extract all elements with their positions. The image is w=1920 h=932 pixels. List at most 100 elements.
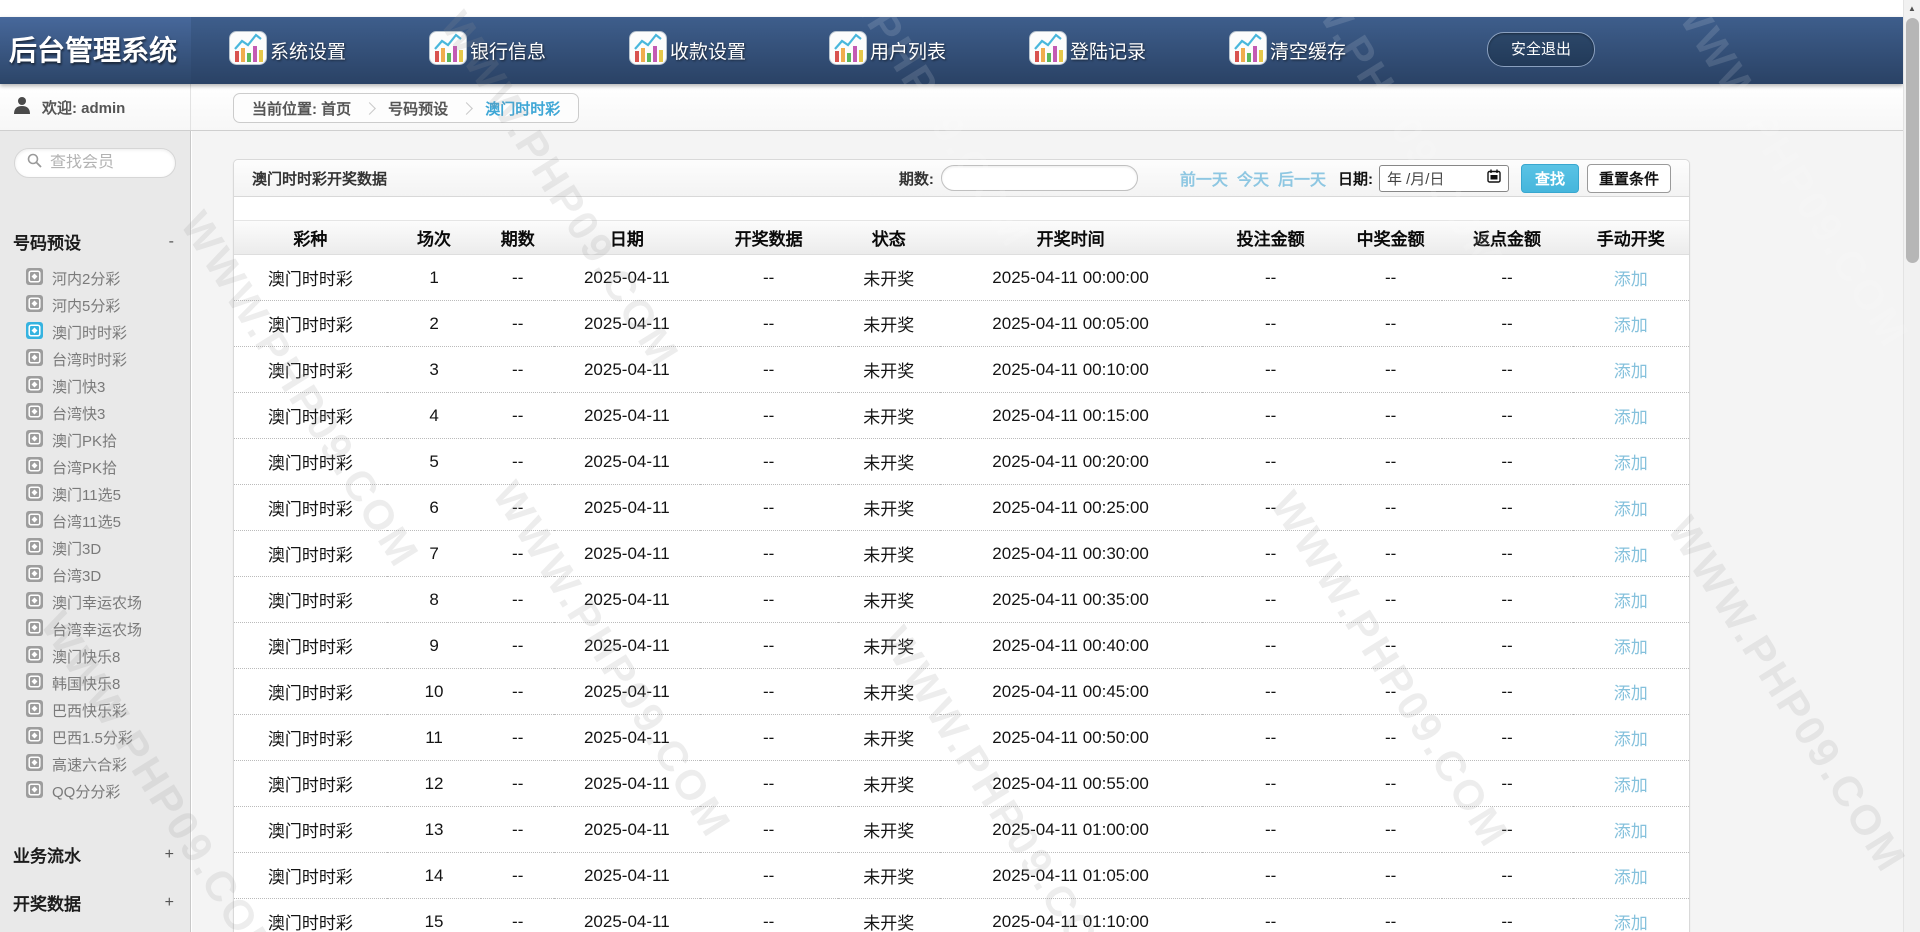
breadcrumb-item[interactable]: 澳门时时彩 xyxy=(485,98,560,119)
vertical-scrollbar[interactable]: ▲ xyxy=(1903,0,1920,932)
search-input[interactable] xyxy=(50,154,160,172)
date-input[interactable]: 年 /月/日 xyxy=(1378,164,1509,192)
add-link[interactable]: 添加 xyxy=(1572,530,1689,577)
top-navbar: 后台管理系统 系统设置 银行信息 收款设置 用户列表 登陆记录 清空缓存 安全退出 xyxy=(0,17,1903,84)
day-link-今天[interactable]: 今天 xyxy=(1237,166,1269,190)
sidebar-item-澳门11选5[interactable]: 澳门11选5 xyxy=(0,481,190,508)
sidebar-item-台湾PK拾[interactable]: 台湾PK拾 xyxy=(0,454,190,481)
cell-期数: -- xyxy=(481,392,555,439)
sidebar-section-开奖数据[interactable]: 开奖数据 + xyxy=(0,889,190,916)
sidebar-item-澳门3D[interactable]: 澳门3D xyxy=(0,535,190,562)
breadcrumb-home[interactable]: 当前位置: 首页 xyxy=(252,98,351,119)
add-link[interactable]: 添加 xyxy=(1572,346,1689,393)
bullet-icon xyxy=(26,727,43,748)
cell-日期: 2025-04-11 xyxy=(554,806,700,853)
collapse-icon[interactable]: - xyxy=(169,233,174,251)
expand-icon[interactable]: + xyxy=(165,894,174,912)
cell-中奖金额: -- xyxy=(1339,254,1442,301)
nav-item-收款设置[interactable]: 收款设置 xyxy=(628,17,828,84)
cell-中奖金额: -- xyxy=(1339,346,1442,393)
add-link[interactable]: 添加 xyxy=(1572,760,1689,807)
day-link-后一天[interactable]: 后一天 xyxy=(1278,166,1326,190)
nav-item-清空缓存[interactable]: 清空缓存 xyxy=(1228,17,1428,84)
add-link[interactable]: 添加 xyxy=(1572,668,1689,715)
breadcrumb: 当前位置: 首页 号码预设 澳门时时彩 xyxy=(233,93,580,123)
reset-conditions-button[interactable]: 重置条件 xyxy=(1586,163,1671,193)
sidebar-item-韩国快乐8[interactable]: 韩国快乐8 xyxy=(0,670,190,697)
table-body: 澳门时时彩 1 -- 2025-04-11 -- 未开奖 2025-04-11 00:00:… xyxy=(234,254,1689,932)
sidebar-item-澳门快乐8[interactable]: 澳门快乐8 xyxy=(0,643,190,670)
bullet-icon xyxy=(26,754,43,775)
column-header-中奖金额: 中奖金额 xyxy=(1339,220,1442,255)
welcome-text: 欢迎: admin xyxy=(42,99,126,117)
add-link[interactable]: 添加 xyxy=(1572,438,1689,485)
sidebar-item-台湾11选5[interactable]: 台湾11选5 xyxy=(0,508,190,535)
add-link[interactable]: 添加 xyxy=(1572,622,1689,669)
logout-button[interactable]: 安全退出 xyxy=(1487,32,1595,67)
sidebar-item-台湾时时彩[interactable]: 台湾时时彩 xyxy=(0,346,190,373)
search-button[interactable]: 查找 xyxy=(1520,163,1579,193)
bullet-icon xyxy=(26,646,43,667)
add-link[interactable]: 添加 xyxy=(1572,254,1689,301)
cell-返点金额: -- xyxy=(1441,484,1573,531)
cell-日期: 2025-04-11 xyxy=(554,852,700,899)
cell-状态: 未开奖 xyxy=(837,852,940,899)
bullet-icon xyxy=(26,700,43,721)
add-link[interactable]: 添加 xyxy=(1572,714,1689,761)
table-row: 澳门时时彩 8 -- 2025-04-11 -- 未开奖 2025-04-11 00:35:… xyxy=(234,576,1689,623)
day-link-前一天[interactable]: 前一天 xyxy=(1180,166,1228,190)
cell-投注金额: -- xyxy=(1201,576,1340,623)
cell-状态: 未开奖 xyxy=(837,714,940,761)
page: 后台管理系统 系统设置 银行信息 收款设置 用户列表 登陆记录 清空缓存 安全退出 欢迎:… xyxy=(0,0,1920,932)
member-search-box[interactable] xyxy=(14,148,176,178)
sidebar-item-巴西快乐彩[interactable]: 巴西快乐彩 xyxy=(0,697,190,724)
nav-item-登陆记录[interactable]: 登陆记录 xyxy=(1028,17,1228,84)
column-header-期数: 期数 xyxy=(481,220,555,255)
cell-开奖数据: -- xyxy=(699,668,838,715)
sidebar-item-澳门幸运农场[interactable]: 澳门幸运农场 xyxy=(0,589,190,616)
cell-投注金额: -- xyxy=(1201,852,1340,899)
table-row: 澳门时时彩 3 -- 2025-04-11 -- 未开奖 2025-04-11 00:10:… xyxy=(234,346,1689,393)
sidebar-item-台湾快3[interactable]: 台湾快3 xyxy=(0,400,190,427)
sidebar-item-label: 台湾幸运农场 xyxy=(52,622,143,639)
calendar-icon[interactable] xyxy=(1487,169,1501,188)
cell-投注金额: -- xyxy=(1201,714,1340,761)
sidebar-item-巴西1.5分彩[interactable]: 巴西1.5分彩 xyxy=(0,724,190,751)
add-link[interactable]: 添加 xyxy=(1572,898,1689,932)
sidebar-section-业务流水[interactable]: 业务流水 + xyxy=(0,841,190,868)
sidebar-item-label: 高速六合彩 xyxy=(52,757,128,774)
add-link[interactable]: 添加 xyxy=(1572,484,1689,531)
sidebar-section-number-preset[interactable]: 号码预设 - xyxy=(0,228,190,255)
sidebar-item-澳门PK拾[interactable]: 澳门PK拾 xyxy=(0,427,190,454)
cell-中奖金额: -- xyxy=(1339,530,1442,577)
add-link[interactable]: 添加 xyxy=(1572,806,1689,853)
cell-期数: -- xyxy=(481,760,555,807)
sidebar-item-澳门快3[interactable]: 澳门快3 xyxy=(0,373,190,400)
cell-期数: -- xyxy=(481,300,555,347)
cell-返点金额: -- xyxy=(1441,806,1573,853)
nav-item-系统设置[interactable]: 系统设置 xyxy=(228,17,428,84)
bullet-icon xyxy=(26,511,43,532)
sidebar-item-澳门时时彩[interactable]: 澳门时时彩 xyxy=(0,319,190,346)
breadcrumb-item[interactable]: 号码预设 xyxy=(388,98,448,119)
sidebar-item-河内2分彩[interactable]: 河内2分彩 xyxy=(0,265,190,292)
sidebar-item-QQ分分彩[interactable]: QQ分分彩 xyxy=(0,778,190,805)
bullet-icon xyxy=(26,349,43,370)
sidebar-item-河内5分彩[interactable]: 河内5分彩 xyxy=(0,292,190,319)
sidebar-item-高速六合彩[interactable]: 高速六合彩 xyxy=(0,751,190,778)
issue-input[interactable] xyxy=(940,165,1138,191)
nav-item-银行信息[interactable]: 银行信息 xyxy=(428,17,628,84)
expand-icon[interactable]: + xyxy=(165,846,174,864)
table-row: 澳门时时彩 12 -- 2025-04-11 -- 未开奖 2025-04-11 00:55… xyxy=(234,760,1689,807)
sidebar-item-台湾3D[interactable]: 台湾3D xyxy=(0,562,190,589)
cell-场次: 7 xyxy=(386,530,482,577)
add-link[interactable]: 添加 xyxy=(1572,576,1689,623)
sidebar-item-台湾幸运农场[interactable]: 台湾幸运农场 xyxy=(0,616,190,643)
add-link[interactable]: 添加 xyxy=(1572,392,1689,439)
nav-item-用户列表[interactable]: 用户列表 xyxy=(828,17,1028,84)
cell-开奖数据: -- xyxy=(699,576,838,623)
add-link[interactable]: 添加 xyxy=(1572,300,1689,347)
scrollbar-thumb[interactable] xyxy=(1906,18,1919,263)
scroll-up-arrow[interactable]: ▲ xyxy=(1904,0,1920,17)
add-link[interactable]: 添加 xyxy=(1572,852,1689,899)
